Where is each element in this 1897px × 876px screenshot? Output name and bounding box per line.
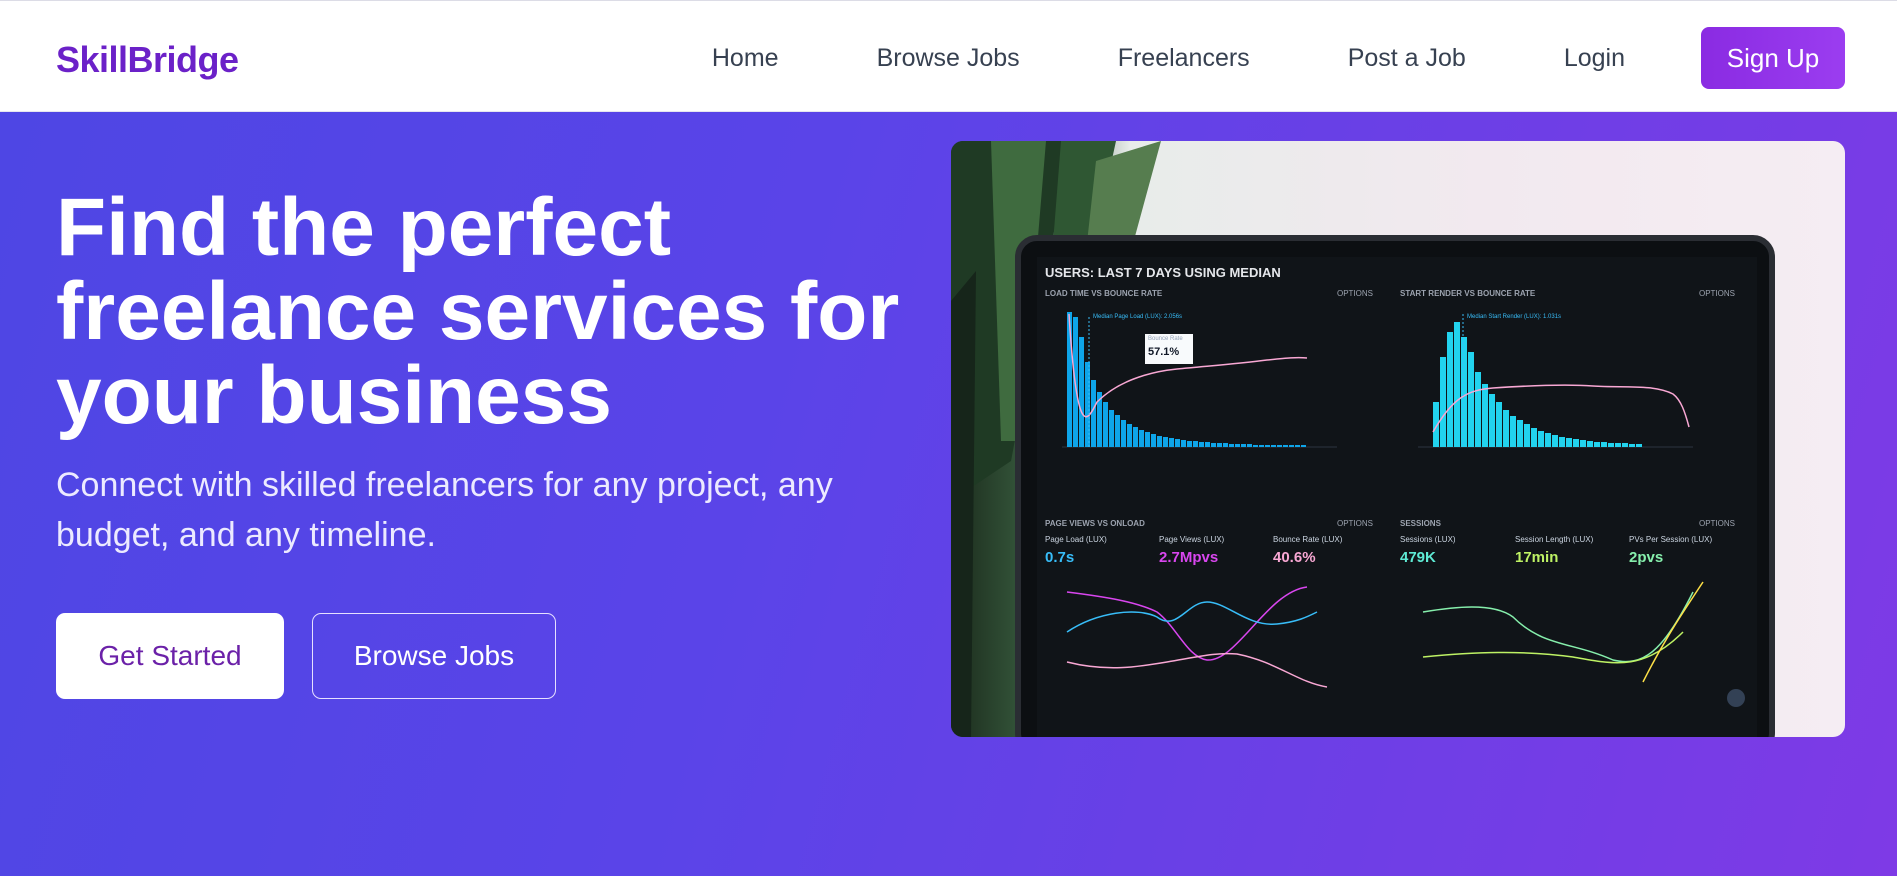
nav-post-job-link[interactable]: Post a Job [1348, 28, 1466, 88]
analytics-dashboard-image: USERS: LAST 7 DAYS USING MEDIAN LOAD TIM… [1037, 257, 1757, 737]
metric-value: 479K [1400, 549, 1436, 566]
panel-title: PAGE VIEWS VS ONLOAD [1045, 519, 1145, 528]
metric-value: 0.7s [1045, 549, 1075, 566]
metric-label: Page Load (LUX) [1045, 535, 1107, 544]
hero-subtitle: Connect with skilled freelancers for any… [56, 466, 833, 554]
tooltip-label: Bounce Rate [1148, 336, 1183, 342]
sessions-line-chart [1422, 581, 1704, 683]
hero-title: Find the perfect freelance services for … [56, 182, 900, 441]
laptop-image: USERS: LAST 7 DAYS USING MEDIAN LOAD TIM… [1015, 235, 1775, 737]
metric-label: Bounce Rate (LUX) [1273, 535, 1343, 544]
metric-label: Page Views (LUX) [1159, 535, 1225, 544]
get-started-button[interactable]: Get Started [56, 613, 284, 699]
median-annotation: Median Page Load (LUX): 2.056s [1093, 314, 1183, 320]
load-time-chart [1062, 312, 1337, 448]
metric-label: PVs Per Session (LUX) [1629, 535, 1713, 544]
sign-up-button[interactable]: Sign Up [1701, 27, 1845, 89]
nav-login-link[interactable]: Login [1564, 28, 1625, 88]
brand-logo[interactable]: SkillBridge [56, 39, 239, 81]
chat-bubble-icon [1727, 689, 1745, 707]
median-annotation: Median Start Render (LUX): 1.031s [1467, 314, 1562, 320]
metric-value: 2pvs [1629, 549, 1664, 566]
metric-value: 17min [1515, 549, 1559, 566]
nav-browse-jobs-link[interactable]: Browse Jobs [877, 28, 1020, 88]
panel-title: SESSIONS [1400, 519, 1441, 528]
panel-options: OPTIONS [1699, 519, 1736, 528]
panel-title: START RENDER VS BOUNCE RATE [1400, 289, 1536, 298]
nav-freelancers-link[interactable]: Freelancers [1118, 28, 1250, 88]
top-navbar: SkillBridge Home Browse Jobs Freelancers… [0, 0, 1897, 112]
panel-title: LOAD TIME VS BOUNCE RATE [1045, 289, 1163, 298]
nav-home-link[interactable]: Home [712, 28, 779, 88]
hero-image: USERS: LAST 7 DAYS USING MEDIAN LOAD TIM… [951, 141, 1845, 737]
dashboard-header: USERS: LAST 7 DAYS USING MEDIAN [1045, 265, 1281, 280]
panel-options: OPTIONS [1337, 519, 1374, 528]
nav-links: Home Browse Jobs Freelancers Post a Job … [712, 27, 1845, 89]
metric-label: Sessions (LUX) [1400, 535, 1456, 544]
start-render-chart [1418, 314, 1693, 448]
metric-label: Session Length (LUX) [1515, 535, 1594, 544]
panel-options: OPTIONS [1337, 289, 1374, 298]
page-views-line-chart [1066, 586, 1328, 688]
tooltip-value: 57.1% [1148, 346, 1180, 358]
metric-value: 40.6% [1273, 549, 1316, 566]
browse-jobs-button[interactable]: Browse Jobs [312, 613, 556, 699]
metric-value: 2.7Mpvs [1159, 549, 1219, 566]
panel-options: OPTIONS [1699, 289, 1736, 298]
